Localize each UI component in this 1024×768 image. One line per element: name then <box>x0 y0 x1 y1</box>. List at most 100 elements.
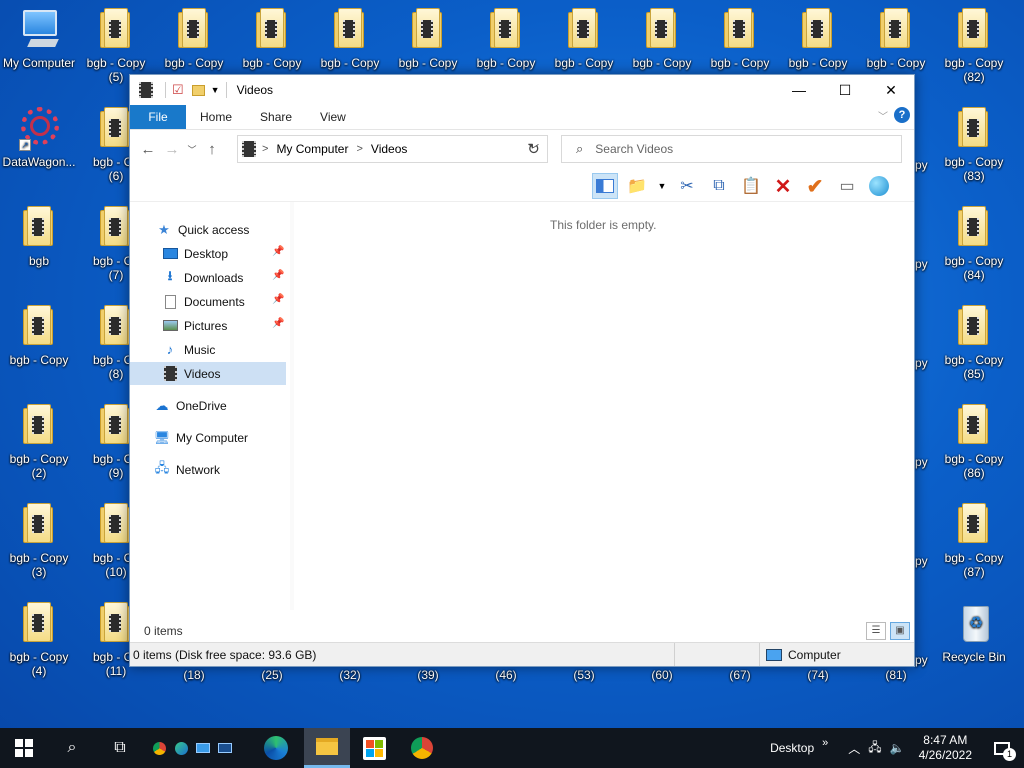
customize-quick-access-icon[interactable]: ▼ <box>211 85 220 95</box>
title-bar[interactable]: ☑ ▼ Videos — ☐ ✕ <box>130 75 914 105</box>
desktop-icon-folder[interactable]: bgb - Copy <box>623 8 701 70</box>
task-view-icon[interactable]: ⧉ <box>96 728 144 768</box>
back-arrow-icon[interactable]: ← <box>136 141 160 158</box>
minimize-button[interactable]: — <box>776 75 822 105</box>
details-view-icon[interactable]: ☰ <box>866 622 886 640</box>
breadcrumb-my-computer[interactable]: My Computer <box>276 142 348 156</box>
pin-icon[interactable]: 📌 <box>272 294 284 305</box>
delete-icon[interactable]: ✕ <box>770 173 796 199</box>
nav-item-music[interactable]: ♪ Music <box>162 338 216 361</box>
desktop-icon-folder[interactable]: bgb - Copy (4) <box>0 602 78 678</box>
empty-folder-message: This folder is empty. <box>550 218 657 232</box>
notifications-icon[interactable]: 1 <box>980 728 1024 768</box>
desktop-icon-folder[interactable]: bgb - Copy (85) <box>935 305 1013 381</box>
volume-icon[interactable]: 🔈 <box>890 741 905 755</box>
desktop-icon-recycle[interactable]: ♻ Recycle Bin <box>935 602 1013 664</box>
desktop-icon-folder[interactable]: bgb - Copy <box>155 8 233 70</box>
chrome-pinned-icon[interactable] <box>148 728 170 768</box>
desktop-icon-folder[interactable]: bgb - Copy <box>389 8 467 70</box>
tab-file[interactable]: File <box>130 105 186 129</box>
nav-my-computer[interactable]: 🖥 My Computer <box>154 426 248 449</box>
search-icon[interactable]: ⌕ <box>48 728 96 768</box>
new-folder-icon[interactable] <box>191 84 205 96</box>
up-arrow-icon[interactable]: ↑ <box>200 141 224 158</box>
desktop-icon-sublabel-partial: (67) <box>729 668 751 682</box>
desktop-icon-folder[interactable]: bgb - Copy <box>311 8 389 70</box>
refresh-icon[interactable]: ↻ <box>520 135 548 163</box>
nav-onedrive[interactable]: ☁ OneDrive <box>154 394 227 417</box>
desktop-icon-folder[interactable]: bgb <box>0 206 78 268</box>
desktop-icon-folder[interactable]: bgb - Copy <box>857 8 935 70</box>
divider <box>225 82 227 98</box>
globe-icon[interactable] <box>866 173 892 199</box>
desktop-icon-folder[interactable]: bgb - Copy (2) <box>0 404 78 480</box>
store-taskbar-icon[interactable] <box>350 728 398 768</box>
desktop-icon-folder[interactable]: bgb - Copy (84) <box>935 206 1013 282</box>
nav-item-desktop[interactable]: Desktop <box>162 242 228 265</box>
close-button[interactable]: ✕ <box>868 75 914 105</box>
preview-pane-icon[interactable] <box>592 173 618 199</box>
expand-ribbon-icon[interactable]: ﹀ <box>878 108 888 123</box>
nav-network[interactable]: 🖧 Network <box>154 458 220 481</box>
properties-icon[interactable]: ☑ <box>172 82 184 98</box>
screen-pinned-icon[interactable] <box>214 728 236 768</box>
pin-icon[interactable]: 📌 <box>272 270 284 281</box>
desktop-icon-folder[interactable]: bgb - Copy <box>701 8 779 70</box>
paste-icon[interactable]: 📋 <box>738 173 764 199</box>
edge-pinned-icon[interactable] <box>170 728 192 768</box>
desktop-icon-folder[interactable]: bgb - Copy (87) <box>935 503 1013 579</box>
desktop-icon-folder[interactable]: bgb - Copy <box>233 8 311 70</box>
large-icons-view-icon[interactable]: ▣ <box>890 622 910 640</box>
desktop-icon-folder[interactable]: bgb - Copy <box>0 305 78 367</box>
chrome-taskbar-icon[interactable] <box>398 728 446 768</box>
desktop-icon-folder[interactable]: bgb - Copy (86) <box>935 404 1013 480</box>
desktop-icon-folder[interactable]: bgb - Copy <box>467 8 545 70</box>
address-bar[interactable]: > My Computer > Videos ﹀ <box>237 135 548 163</box>
nav-item-pictures[interactable]: Pictures <box>162 314 227 337</box>
pin-icon[interactable]: 📌 <box>272 246 284 257</box>
file-explorer-taskbar-icon[interactable] <box>304 728 350 768</box>
desktop-icon-folder[interactable]: bgb - Copy (83) <box>935 107 1013 183</box>
desktop-icon-folder[interactable]: bgb - Copy (5) <box>77 8 155 84</box>
start-button[interactable] <box>0 728 48 768</box>
network-tray-icon[interactable]: 🖧 <box>868 738 881 759</box>
nav-scrollbar[interactable] <box>290 202 294 610</box>
show-hidden-icons-icon[interactable]: ︿ <box>848 740 860 757</box>
rename-icon[interactable]: ▭ <box>834 173 860 199</box>
dropdown-icon[interactable]: ▼ <box>656 173 668 199</box>
window-title: Videos <box>236 83 274 97</box>
desktop-icon-folder[interactable]: bgb - Copy (3) <box>0 503 78 579</box>
cut-icon[interactable]: ✂ <box>674 173 700 199</box>
desktop-icon-folder[interactable]: bgb - Copy <box>779 8 857 70</box>
nav-quick-access[interactable]: ★ Quick access <box>156 218 249 241</box>
nav-item-documents[interactable]: Documents <box>162 290 245 313</box>
forward-arrow-icon[interactable]: → <box>160 141 184 158</box>
toolbar-expand-icon[interactable]: » <box>822 737 828 749</box>
desktop-icon-folder[interactable]: bgb - Copy (82) <box>935 8 1013 84</box>
pin-icon[interactable]: 📌 <box>272 318 284 329</box>
desktop-pinned-icon[interactable] <box>192 728 214 768</box>
recent-locations-icon[interactable]: ﹀ <box>184 143 200 156</box>
clock[interactable]: 8:47 AM 4/26/2022 <box>919 733 972 763</box>
maximize-button[interactable]: ☐ <box>822 75 868 105</box>
desktop-toolbar-label[interactable]: Desktop <box>770 741 814 755</box>
tab-home[interactable]: Home <box>186 105 246 129</box>
video-folder-icon <box>798 8 838 52</box>
tab-share[interactable]: Share <box>246 105 306 129</box>
help-icon[interactable]: ? <box>894 107 910 123</box>
breadcrumb-chevron-icon[interactable]: > <box>356 143 362 155</box>
breadcrumb-videos[interactable]: Videos <box>371 142 407 156</box>
video-folder-icon <box>408 8 448 52</box>
desktop-icon-datawagon[interactable]: ↗ DataWagon... <box>0 107 78 169</box>
nav-item-videos[interactable]: Videos <box>130 362 286 385</box>
nav-item-downloads[interactable]: ⭳ Downloads <box>162 266 244 289</box>
checkmark-icon[interactable]: ✔ <box>802 173 828 199</box>
breadcrumb-chevron-icon[interactable]: > <box>262 143 268 155</box>
search-input[interactable]: ⌕ Search Videos <box>561 135 902 163</box>
copy-icon[interactable]: ⧉ <box>706 173 732 199</box>
new-folder-icon[interactable]: 📁 <box>624 173 650 199</box>
tab-view[interactable]: View <box>306 105 360 129</box>
desktop-icon-folder[interactable]: bgb - Copy <box>545 8 623 70</box>
desktop-icon-computer[interactable]: My Computer <box>0 8 78 70</box>
edge-taskbar-icon[interactable] <box>248 728 304 768</box>
